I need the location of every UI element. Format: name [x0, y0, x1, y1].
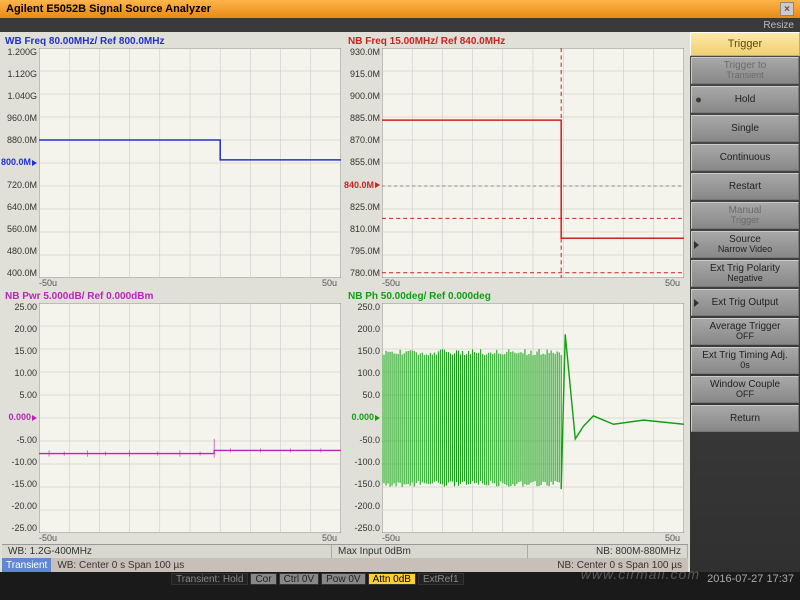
- btn-restart[interactable]: Restart: [691, 173, 799, 200]
- softkey-header: Trigger: [690, 32, 800, 56]
- plot-c-ref: 0.000: [8, 413, 37, 422]
- btn-ext-trig-output[interactable]: Ext Trig Output: [691, 289, 799, 316]
- plot-a-yaxis: 1.200G 1.120G 1.040G 960.0M 880.0M 800.0…: [3, 48, 39, 278]
- plot-a-ref: 800.0M: [1, 158, 37, 167]
- plot-d[interactable]: NB Ph 50.00deg/ Ref 0.000deg 250.0 200.0…: [345, 289, 688, 544]
- softkey-panel: Trigger Trigger to Transient Hold Single…: [690, 32, 800, 572]
- btn-average-trigger[interactable]: Average Trigger OFF: [691, 318, 799, 345]
- btn-manual-trigger[interactable]: Manual Trigger: [691, 202, 799, 229]
- btn-source[interactable]: Source Narrow Video: [691, 231, 799, 258]
- transient-badge: Transient: [2, 558, 51, 572]
- plot-b[interactable]: NB Freq 15.00MHz/ Ref 840.0MHz 930.0M 91…: [345, 34, 688, 289]
- plot-a[interactable]: WB Freq 80.00MHz/ Ref 800.0MHz 1.200G 1.…: [2, 34, 345, 289]
- plot-a-title: WB Freq 80.00MHz/ Ref 800.0MHz: [3, 35, 341, 48]
- plot-c-yaxis: 25.00 20.00 15.00 10.00 5.00 0.000 -5.00…: [3, 303, 39, 533]
- plot-b-yaxis: 930.0M 915.0M 900.0M 885.0M 870.0M 855.0…: [346, 48, 382, 278]
- resize-label[interactable]: Resize: [763, 20, 794, 31]
- chip-extref: ExtRef1: [418, 573, 464, 585]
- btn-window-couple[interactable]: Window Couple OFF: [691, 376, 799, 403]
- btn-single[interactable]: Single: [691, 115, 799, 142]
- btn-return[interactable]: Return: [691, 405, 799, 432]
- plot-d-ref: 0.000: [351, 413, 380, 422]
- plot-d-yaxis: 250.0 200.0 150.0 100.0 50.0 0.000 -50.0…: [346, 303, 382, 533]
- span-bar: Transient WB: Center 0 s Span 100 µs NB:…: [2, 558, 688, 572]
- window-titlebar: Agilent E5052B Signal Source Analyzer ×: [0, 0, 800, 18]
- btn-hold[interactable]: Hold: [691, 86, 799, 113]
- chip-attn: Attn 0dB: [368, 573, 416, 585]
- plot-a-chart: (a): [39, 48, 341, 278]
- resize-bar: Resize: [0, 18, 800, 32]
- plot-area: WB Freq 80.00MHz/ Ref 800.0MHz 1.200G 1.…: [0, 32, 690, 572]
- submenu-icon: [694, 299, 699, 307]
- btn-trigger-to-transient[interactable]: Trigger to Transient: [691, 57, 799, 84]
- plot-c[interactable]: NB Pwr 5.000dB/ Ref 0.000dBm 25.00 20.00…: [2, 289, 345, 544]
- plot-c-xaxis: -50u 50u: [3, 533, 341, 543]
- plot-d-title: NB Ph 50.00deg/ Ref 0.000deg: [346, 290, 684, 303]
- plot-b-chart: (b): [382, 48, 684, 278]
- plot-grid: WB Freq 80.00MHz/ Ref 800.0MHz 1.200G 1.…: [2, 34, 688, 544]
- status-bar: Transient: Hold Cor Ctrl 0V Pow 0V Attn …: [0, 572, 800, 600]
- btn-ext-trig-polarity[interactable]: Ext Trig Polarity Negative: [691, 260, 799, 287]
- status-transient: Transient: Hold: [171, 573, 248, 585]
- plot-d-xaxis: -50u 50u: [346, 533, 684, 543]
- close-icon[interactable]: ×: [780, 2, 794, 16]
- plot-c-chart: (c): [39, 303, 341, 533]
- plot-b-ref: 840.0M: [344, 181, 380, 190]
- status-datetime: 2016-07-27 17:37: [707, 573, 800, 585]
- submenu-icon: [694, 241, 699, 249]
- freq-range-bar: WB: 1.2G-400MHz Max Input 0dBm NB: 800M-…: [2, 544, 688, 558]
- main-area: WB Freq 80.00MHz/ Ref 800.0MHz 1.200G 1.…: [0, 32, 800, 572]
- plot-b-xaxis: -50u 50u: [346, 278, 684, 288]
- chip-ctrl: Ctrl 0V: [279, 573, 320, 585]
- plot-b-title: NB Freq 15.00MHz/ Ref 840.0MHz: [346, 35, 684, 48]
- plot-a-xaxis: -50u 50u: [3, 278, 341, 288]
- window-title: Agilent E5052B Signal Source Analyzer: [6, 3, 211, 15]
- plot-d-chart: (d): [382, 303, 684, 533]
- chip-cor: Cor: [250, 573, 276, 585]
- chip-pow: Pow 0V: [321, 573, 365, 585]
- btn-continuous[interactable]: Continuous: [691, 144, 799, 171]
- btn-ext-trig-timing[interactable]: Ext Trig Timing Adj. 0s: [691, 347, 799, 374]
- hold-indicator-icon: [696, 97, 701, 102]
- plot-c-title: NB Pwr 5.000dB/ Ref 0.000dBm: [3, 290, 341, 303]
